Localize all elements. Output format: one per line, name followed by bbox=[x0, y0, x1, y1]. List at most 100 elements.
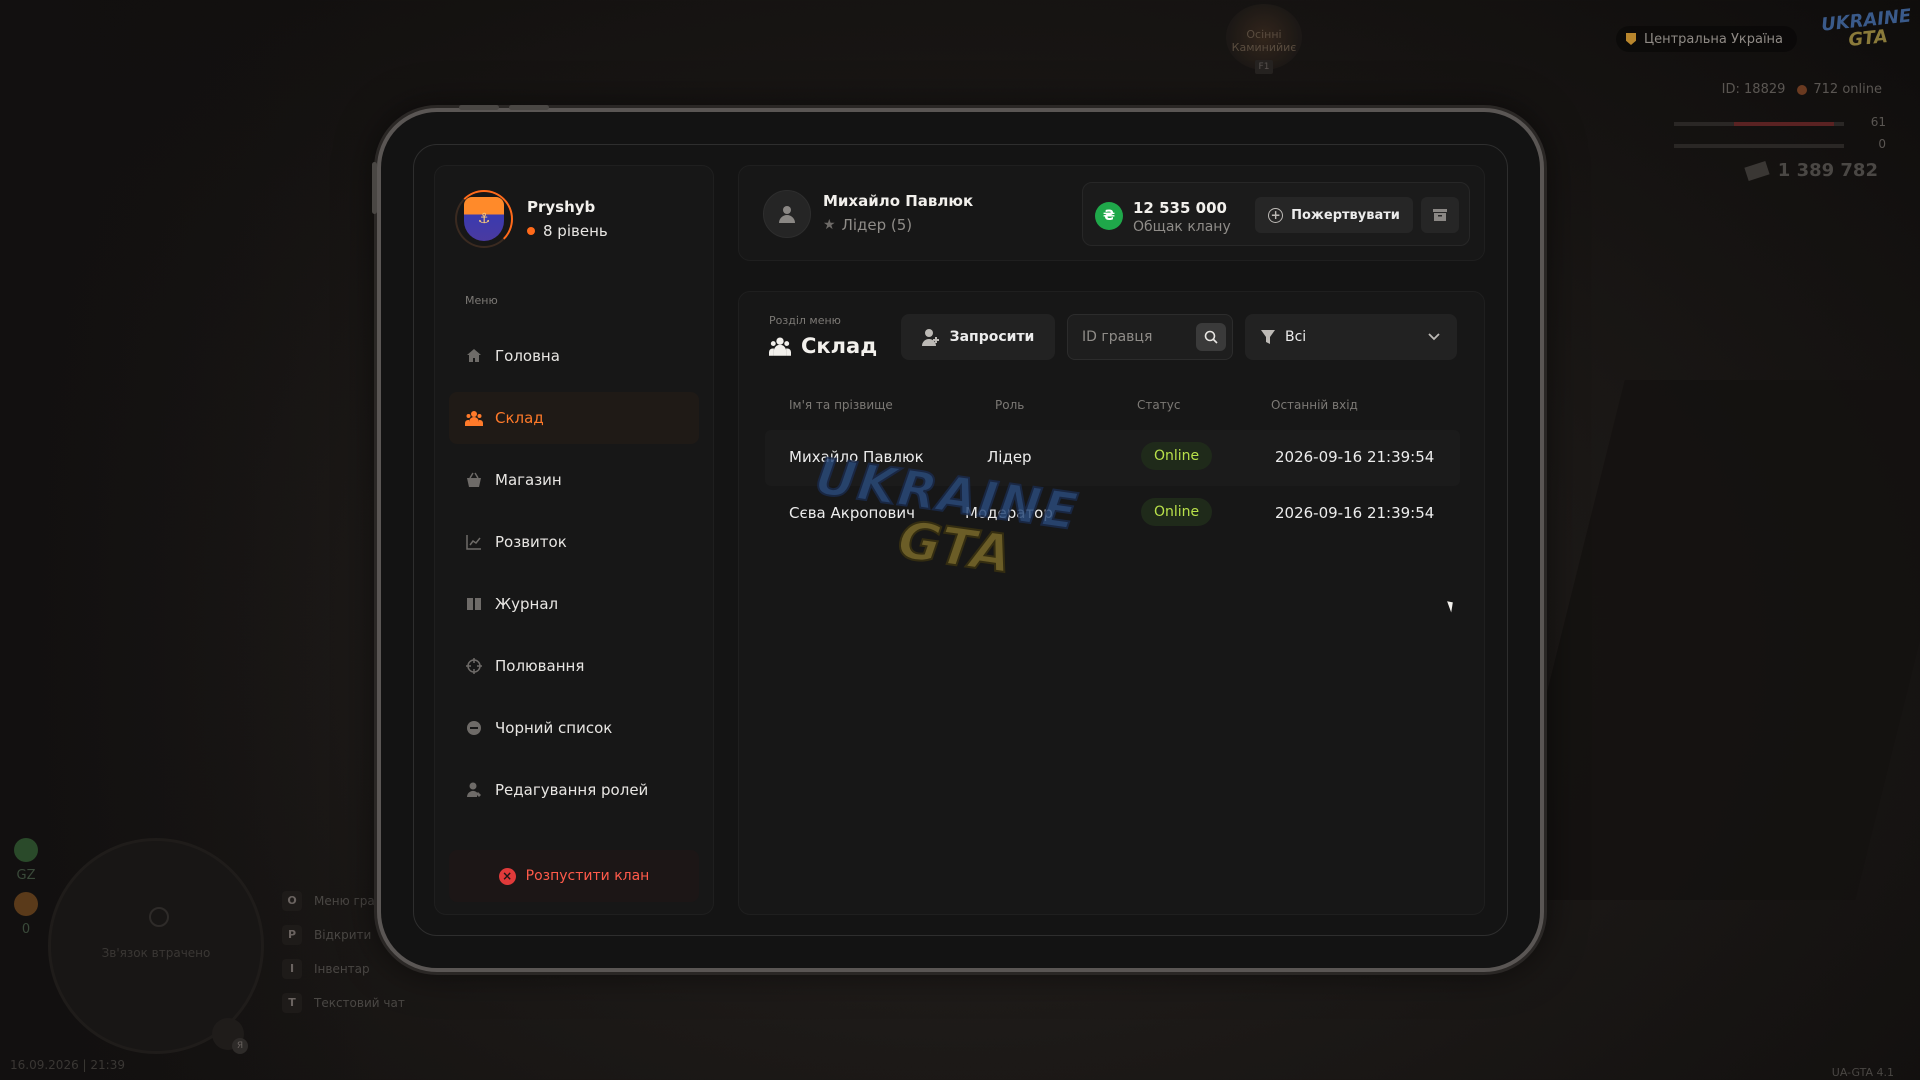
sidebar-item-label: Чорний список bbox=[495, 719, 613, 737]
sidebar-item-roles[interactable]: Редагування ролей bbox=[449, 764, 699, 816]
chevron-down-icon bbox=[1428, 333, 1440, 341]
sidebar-item-label: Журнал bbox=[495, 595, 559, 613]
cross-icon bbox=[14, 892, 38, 916]
tablet-button bbox=[459, 105, 499, 110]
mouse-cursor-icon bbox=[1447, 599, 1456, 613]
column-role: Роль bbox=[995, 398, 1025, 412]
tablet-screen: ⚓ Pryshyb 8 рівень Меню Головна Склад Ма… bbox=[413, 144, 1508, 936]
members-panel: Розділ меню Склад Запросити Всі bbox=[738, 291, 1485, 915]
shop-icon bbox=[465, 471, 483, 489]
sidebar-item-journal[interactable]: Журнал bbox=[449, 578, 699, 630]
user-edit-icon bbox=[465, 781, 483, 799]
column-last-login: Останній вхід bbox=[1271, 398, 1358, 412]
sidebar-item-members[interactable]: Склад bbox=[449, 392, 699, 444]
health-bar: 61 bbox=[1674, 115, 1886, 129]
level-dot-icon bbox=[527, 227, 535, 235]
datetime: 16.09.2026 | 21:39 bbox=[10, 1058, 125, 1072]
keyhint-row: I Інвентар bbox=[282, 952, 405, 986]
clan-treasury: ₴ 12 535 000 Общак клану + Пожертвувати bbox=[1082, 182, 1470, 246]
invite-button[interactable]: Запросити bbox=[901, 314, 1055, 360]
cash-icon bbox=[1744, 160, 1770, 181]
archive-icon bbox=[1433, 209, 1447, 221]
section-title: Склад bbox=[769, 334, 877, 358]
server-emblem: Осінні Каминийиє F1 bbox=[1226, 4, 1302, 74]
armor-value: 0 bbox=[1878, 137, 1886, 151]
sidebar-item-hunting[interactable]: Полювання bbox=[449, 640, 699, 692]
table-row[interactable]: Михайло Павлюк Лідер Online 2026-09-16 2… bbox=[765, 430, 1460, 486]
treasury-value: 12 535 000 bbox=[1133, 199, 1227, 217]
treasury-label: Общак клану bbox=[1133, 219, 1231, 235]
status-badge: Online bbox=[1141, 498, 1213, 526]
sidebar-item-label: Розвиток bbox=[495, 533, 567, 551]
player-id-input[interactable] bbox=[1068, 315, 1188, 359]
column-name: Ім'я та прізвище bbox=[789, 398, 893, 412]
member-last-login: 2026-09-16 21:39:54 bbox=[1275, 448, 1435, 466]
clan-level: 8 рівень bbox=[527, 222, 608, 240]
online-count: 712 online bbox=[1797, 82, 1882, 97]
search-button[interactable] bbox=[1196, 323, 1226, 351]
disband-clan-button[interactable]: × Розпустити клан bbox=[449, 850, 699, 902]
armor-bar: 0 bbox=[1674, 137, 1886, 151]
background-door bbox=[1495, 380, 1920, 900]
search-icon bbox=[1204, 330, 1218, 344]
keyhint-label: Інвентар bbox=[314, 962, 370, 976]
online-dot-icon bbox=[1797, 84, 1808, 95]
member-name: Михайло Павлюк bbox=[789, 448, 924, 466]
clan-crest-icon: ⚓ bbox=[464, 197, 504, 241]
block-icon bbox=[465, 719, 483, 737]
book-icon bbox=[465, 595, 483, 613]
region-badge: Центральна Україна bbox=[1616, 26, 1798, 52]
user-role: ★ Лідер (5) bbox=[823, 216, 912, 234]
crosshair-icon bbox=[465, 657, 483, 675]
clan-name: Pryshyb bbox=[527, 198, 596, 216]
table-row[interactable]: Сєва Акропович Модератор Online 2026-09-… bbox=[765, 486, 1460, 542]
tablet-side-button bbox=[372, 162, 377, 214]
filter-value: Всі bbox=[1285, 329, 1307, 345]
archive-button[interactable] bbox=[1421, 197, 1459, 233]
user-icon bbox=[779, 206, 795, 223]
zone-value: 0 bbox=[21, 922, 31, 937]
keyhint-row: T Текстовий чат bbox=[282, 986, 405, 1020]
sidebar-item-home[interactable]: Головна bbox=[449, 330, 699, 382]
player-id: ID: 18829 bbox=[1721, 82, 1786, 97]
clan-avatar: ⚓ bbox=[455, 190, 513, 248]
column-status: Статус bbox=[1137, 398, 1181, 412]
keyhint-key: I bbox=[282, 959, 302, 979]
sidebar-item-label: Магазин bbox=[495, 471, 562, 489]
member-role: Модератор bbox=[965, 504, 1053, 522]
filter-icon bbox=[1261, 330, 1275, 344]
keyhint-key: P bbox=[282, 925, 302, 945]
sidebar-item-label: Полювання bbox=[495, 657, 585, 675]
hud-stats: ID: 18829 712 online bbox=[1722, 82, 1882, 97]
sidebar-item-shop[interactable]: Магазин bbox=[449, 454, 699, 506]
section-label: Розділ меню bbox=[769, 314, 841, 327]
donate-button[interactable]: + Пожертвувати bbox=[1255, 197, 1413, 233]
members-icon bbox=[465, 409, 483, 427]
member-name: Сєва Акропович bbox=[789, 504, 915, 522]
sidebar: ⚓ Pryshyb 8 рівень Меню Головна Склад Ма… bbox=[434, 165, 714, 915]
clan-level-label: 8 рівень bbox=[543, 222, 608, 240]
emblem-text: Осінні Каминийиє bbox=[1231, 28, 1297, 54]
keyhint-key: O bbox=[282, 891, 302, 911]
no-signal-icon bbox=[149, 907, 169, 927]
money-value: 1 389 782 bbox=[1777, 160, 1878, 181]
online-label: 712 online bbox=[1813, 82, 1882, 97]
health-fill bbox=[1734, 122, 1834, 126]
sidebar-item-development[interactable]: Розвиток bbox=[449, 516, 699, 568]
region-label: Центральна Україна bbox=[1644, 31, 1784, 47]
microphone-icon: Я bbox=[212, 1018, 248, 1054]
emblem-key: F1 bbox=[1255, 60, 1273, 74]
menu-title: Меню bbox=[465, 294, 498, 307]
sidebar-item-blacklist[interactable]: Чорний список bbox=[449, 702, 699, 754]
clan-profile: ⚓ Pryshyb 8 рівень bbox=[455, 190, 608, 248]
section-title-text: Склад bbox=[801, 334, 878, 358]
player-search bbox=[1067, 314, 1233, 360]
role-filter-select[interactable]: Всі bbox=[1245, 314, 1457, 360]
minimap-status: Зв'язок втрачено bbox=[101, 946, 211, 960]
shield-icon bbox=[14, 838, 38, 862]
user-role-label: Лідер (5) bbox=[841, 216, 913, 234]
keyhint-label: Меню гра bbox=[314, 894, 375, 908]
chart-icon bbox=[465, 533, 483, 551]
sidebar-item-label: Редагування ролей bbox=[495, 781, 649, 799]
members-table: Михайло Павлюк Лідер Online 2026-09-16 2… bbox=[765, 430, 1460, 542]
